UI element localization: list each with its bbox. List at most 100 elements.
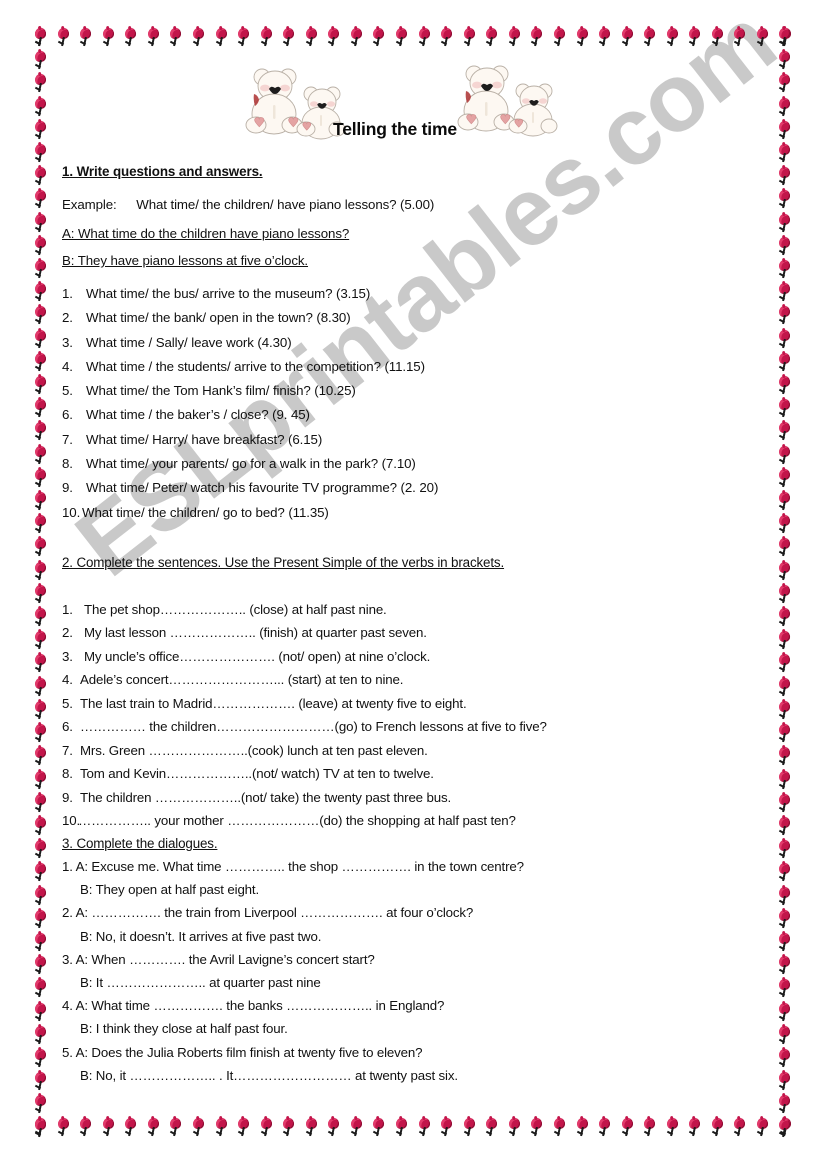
worksheet-content: 1. Write questions and answers. Example:… [62, 164, 772, 1087]
cherry-icon [192, 1117, 207, 1139]
cherry-icon [778, 166, 793, 188]
cherry-icon [34, 236, 49, 258]
page-title: Telling the time [333, 119, 457, 139]
section-3-dialogue-list: 1. A: Excuse me. What time ………….. the sh… [62, 855, 772, 1087]
cherry-icon [34, 212, 49, 235]
cherry-icon [214, 27, 230, 49]
cherry-icon [778, 282, 793, 304]
cherry-icon [778, 630, 793, 652]
question-number: 8. [62, 456, 73, 472]
question-item: 10. What time/ the children/ go to bed? (… [62, 501, 772, 525]
question-number: 5. [62, 383, 73, 399]
question-text: What time/ Harry/ have breakfast? (6.15) [86, 431, 323, 447]
cherry-icon [778, 421, 793, 443]
cherry-icon [124, 27, 139, 49]
cherry-icon [350, 27, 365, 49]
question-item: 6. What time / the baker’s / close? (9. 4… [62, 403, 772, 427]
sentence-item: 5. The last train to Madrid………………. (leave… [62, 692, 772, 716]
cherry-icon [598, 27, 613, 49]
cherry-icon [778, 932, 793, 954]
cherry-icon [778, 398, 793, 420]
cherry-icon [34, 769, 49, 792]
cherry-icon [778, 27, 793, 49]
cherry-icon [101, 27, 117, 49]
question-text: What time / Sally/ leave work (4.30) [86, 334, 292, 350]
cherry-icon [666, 1117, 681, 1139]
cherry-icon [778, 769, 793, 792]
cherry-border-left [34, 27, 50, 1140]
question-item: 2. What time/ the bank/ open in the town?… [62, 306, 772, 330]
cherry-icon [778, 352, 793, 374]
cherry-icon [756, 1117, 771, 1139]
question-number: 2. [62, 310, 73, 326]
section-1-example: Example: What time/ the children/ have p… [62, 197, 772, 212]
cherry-icon [395, 27, 410, 49]
dialogue-line-b: B: I think they close at half past four. [80, 1021, 288, 1037]
cherry-icon [237, 1117, 252, 1139]
sentence-item: 1. The pet shop……………….. (close) at half p… [62, 598, 772, 622]
cherry-icon [643, 1117, 658, 1139]
dialogue-line-a: 2. A: ……………. the train from Liverpool ……… [62, 905, 474, 921]
section-1-answer-a: A: What time do the children have piano … [62, 226, 350, 241]
cherry-icon [778, 1094, 793, 1116]
question-number: 3. [62, 334, 73, 350]
cherry-icon [34, 189, 49, 211]
dialogue-line-b: B: They open at half past eight. [80, 882, 260, 898]
cherry-icon [733, 27, 748, 49]
cherry-icon [327, 1117, 342, 1139]
cherry-icon [34, 27, 49, 49]
question-number: 6. [62, 407, 73, 423]
cherry-icon [34, 444, 49, 467]
cherry-icon [530, 1117, 545, 1139]
example-prompt: What time/ the children/ have piano less… [136, 197, 435, 212]
example-label: Example: [62, 197, 117, 212]
sentence-number: 3. [62, 648, 73, 664]
question-number: 7. [62, 431, 73, 447]
cherry-icon [462, 1117, 478, 1139]
cherry-icon [756, 27, 771, 49]
cherry-icon [711, 27, 726, 49]
cherry-icon [34, 1048, 49, 1070]
cherry-icon [56, 1117, 72, 1139]
cherry-icon [214, 1117, 230, 1139]
cherry-icon [778, 560, 793, 583]
section-1-question-list: 1. What time/ the bus/ arrive to the muse… [62, 282, 772, 525]
cherry-icon [124, 1117, 139, 1139]
sentence-number: 2. [62, 625, 73, 641]
teddy-bears-left-icon [245, 68, 346, 140]
cherry-icon [34, 468, 49, 490]
sentence-text: The last train to Madrid………………. (leave) … [80, 695, 467, 711]
question-number: 10. [62, 504, 81, 520]
section-3-heading: 3. Complete the dialogues. [62, 835, 218, 851]
question-text: What time/ the Tom Hank’s film/ finish? … [86, 383, 356, 399]
worksheet-page: ESLprintables.com Telling the time 1. Wr… [0, 0, 826, 1169]
cherry-icon [778, 1071, 793, 1093]
cherry-icon [778, 816, 793, 838]
question-number: 1. [62, 286, 73, 301]
cherry-icon [778, 375, 793, 397]
cherry-icon [192, 27, 207, 49]
sentence-number: 9. [62, 789, 73, 805]
cherry-icon [34, 305, 49, 327]
cherry-icon [778, 212, 793, 235]
cherry-icon [688, 27, 703, 49]
cherry-icon [778, 978, 793, 1000]
cherry-icon [440, 1117, 455, 1139]
cherry-icon [778, 120, 793, 142]
question-item: 5. What time/ the Tom Hank’s film/ finish… [62, 379, 772, 403]
sentence-number: 8. [62, 766, 73, 782]
cherry-icon [34, 792, 49, 815]
question-text: What time/ the bank/ open in the town? (… [86, 310, 351, 326]
question-number: 9. [62, 480, 73, 496]
cherry-icon [643, 27, 658, 49]
dialogue-line-b: B: No, it doesn’t. It arrives at five pa… [80, 928, 322, 944]
dialogue-line-b: B: No, it ……………….. . It……………………… at twen… [80, 1067, 458, 1083]
cherry-icon [79, 1117, 94, 1139]
cherry-icon [462, 27, 478, 49]
teddy-bears-right-icon [457, 65, 558, 137]
cherry-icon [34, 1001, 49, 1024]
dialogue-line-a: 5. A: Does the Julia Roberts film finish… [62, 1044, 423, 1060]
cherry-icon [34, 723, 49, 745]
cherry-icon [34, 421, 49, 443]
cherry-icon [553, 1117, 568, 1139]
